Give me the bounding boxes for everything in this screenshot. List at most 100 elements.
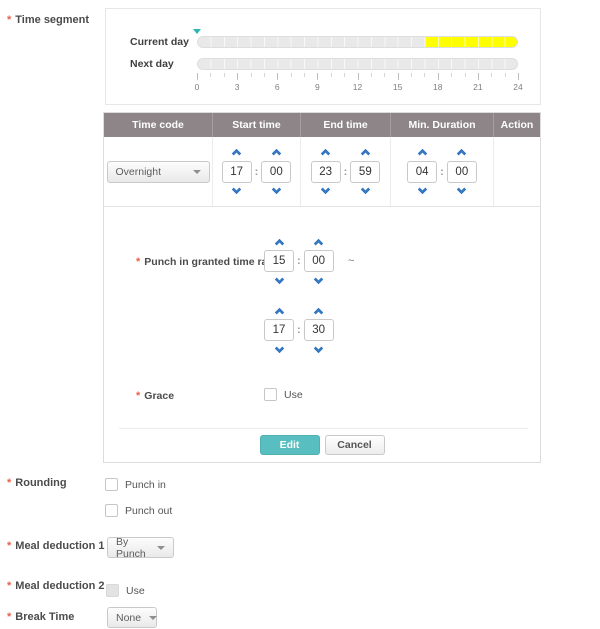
timeline-bar-current-day xyxy=(197,36,518,48)
col-header-time-code: Time code xyxy=(104,113,213,137)
chevron-up-icon xyxy=(321,149,331,159)
range-to-hour-increment-button[interactable] xyxy=(270,304,289,315)
axis-minor-tick xyxy=(264,73,265,77)
cancel-button[interactable]: Cancel xyxy=(325,435,385,455)
chevron-down-icon xyxy=(321,185,331,195)
axis-minor-tick xyxy=(505,73,506,77)
axis-minor-tick xyxy=(465,73,466,77)
axis-major-tick xyxy=(197,73,198,80)
table-row: Overnight 17 : 00 xyxy=(104,137,540,207)
meal-deduction-2-use-checkbox[interactable] xyxy=(106,584,119,597)
axis-minor-tick xyxy=(371,73,372,77)
axis-tick-label: 24 xyxy=(506,82,530,92)
time-segment-settings-page: *Time segment Current day Next day 03691… xyxy=(0,0,600,629)
start-hour-input[interactable]: 17 xyxy=(222,161,252,183)
time-segment-table: Time code Start time End time Min. Durat… xyxy=(103,112,541,463)
range-to-minute-decrement-button[interactable] xyxy=(309,345,328,356)
timeline-hour-grid xyxy=(198,59,517,69)
rounding-punch-out-checkbox[interactable] xyxy=(105,504,118,517)
time-code-dropdown[interactable]: Overnight xyxy=(107,161,210,183)
range-from-hour-input[interactable]: 15 xyxy=(264,250,294,272)
axis-minor-tick xyxy=(224,73,225,77)
end-hour-input[interactable]: 23 xyxy=(311,161,341,183)
axis-minor-tick xyxy=(251,73,252,77)
end-minute-input[interactable]: 59 xyxy=(350,161,380,183)
action-cell xyxy=(494,137,540,206)
chevron-down-icon xyxy=(314,274,324,284)
required-marker: * xyxy=(7,611,11,623)
start-hour-increment-button[interactable] xyxy=(227,146,246,157)
end-hour-decrement-button[interactable] xyxy=(316,187,335,198)
duration-minute-increment-button[interactable] xyxy=(452,146,471,157)
range-from-minute-input[interactable]: 00 xyxy=(304,250,334,272)
punch-in-range-from-spinner: 15 : 00 xyxy=(264,235,334,287)
break-time-dropdown[interactable]: None xyxy=(107,607,157,628)
axis-tick-label: 3 xyxy=(225,82,249,92)
table-header-row: Time code Start time End time Min. Durat… xyxy=(104,113,540,137)
axis-tick-label: 12 xyxy=(346,82,370,92)
axis-minor-tick xyxy=(344,73,345,77)
chevron-up-icon xyxy=(232,149,242,159)
rounding-field-label: *Rounding xyxy=(7,477,67,489)
start-minute-input[interactable]: 00 xyxy=(261,161,291,183)
range-from-minute-decrement-button[interactable] xyxy=(309,276,328,287)
axis-minor-tick xyxy=(491,73,492,77)
meal-deduction-1-field-label: *Meal deduction 1 xyxy=(7,540,105,552)
form-divider xyxy=(119,428,528,429)
range-to-hour-input[interactable]: 17 xyxy=(264,319,294,341)
range-to-minute-increment-button[interactable] xyxy=(309,304,328,315)
axis-tick-label: 15 xyxy=(386,82,410,92)
start-minute-increment-button[interactable] xyxy=(267,146,286,157)
meal-deduction-1-dropdown[interactable]: By Punch xyxy=(107,537,174,558)
axis-major-tick xyxy=(317,73,318,80)
required-marker: * xyxy=(136,390,140,402)
range-to-hour-decrement-button[interactable] xyxy=(270,345,289,356)
end-minute-decrement-button[interactable] xyxy=(356,187,375,198)
range-from-hour-decrement-button[interactable] xyxy=(270,276,289,287)
rounding-punch-in-checkbox[interactable] xyxy=(105,478,118,491)
start-time-spinner: 17 : 00 xyxy=(222,146,292,198)
break-time-field-label: *Break Time xyxy=(7,611,74,623)
grace-use-checkbox[interactable] xyxy=(264,388,277,401)
duration-hour-decrement-button[interactable] xyxy=(413,187,432,198)
range-from-minute-increment-button[interactable] xyxy=(309,235,328,246)
col-header-min-duration: Min. Duration xyxy=(391,113,494,137)
chevron-up-icon xyxy=(271,149,281,159)
axis-major-tick xyxy=(518,73,519,80)
edit-button[interactable]: Edit xyxy=(260,435,320,455)
required-marker: * xyxy=(7,477,11,489)
axis-tick-label: 21 xyxy=(466,82,490,92)
chevron-down-icon xyxy=(149,616,157,620)
chevron-up-icon xyxy=(274,307,284,317)
axis-minor-tick xyxy=(210,73,211,77)
chevron-down-icon xyxy=(271,185,281,195)
axis-tick-label: 9 xyxy=(305,82,329,92)
chevron-down-icon xyxy=(360,185,370,195)
axis-major-tick xyxy=(398,73,399,80)
axis-tick-label: 0 xyxy=(185,82,209,92)
duration-minute-input[interactable]: 00 xyxy=(447,161,477,183)
col-header-end-time: End time xyxy=(301,113,391,137)
range-from-hour-increment-button[interactable] xyxy=(270,235,289,246)
start-minute-decrement-button[interactable] xyxy=(267,187,286,198)
range-to-minute-input[interactable]: 30 xyxy=(304,319,334,341)
timeline-panel: Current day Next day 03691215182124 xyxy=(105,8,541,105)
chevron-up-icon xyxy=(457,149,467,159)
end-time-spinner: 23 : 59 xyxy=(311,146,381,198)
axis-minor-tick xyxy=(384,73,385,77)
axis-minor-tick xyxy=(424,73,425,77)
axis-major-tick xyxy=(277,73,278,80)
end-minute-increment-button[interactable] xyxy=(356,146,375,157)
duration-hour-increment-button[interactable] xyxy=(413,146,432,157)
duration-hour-input[interactable]: 04 xyxy=(407,161,437,183)
axis-minor-tick xyxy=(304,73,305,77)
axis-minor-tick xyxy=(411,73,412,77)
timeline-row-label-next-day: Next day xyxy=(130,58,174,70)
duration-minute-decrement-button[interactable] xyxy=(452,187,471,198)
end-hour-increment-button[interactable] xyxy=(316,146,335,157)
timeline-bar-next-day xyxy=(197,58,518,70)
start-hour-decrement-button[interactable] xyxy=(227,187,246,198)
axis-minor-tick xyxy=(331,73,332,77)
axis-major-tick xyxy=(237,73,238,80)
required-marker: * xyxy=(7,14,11,26)
